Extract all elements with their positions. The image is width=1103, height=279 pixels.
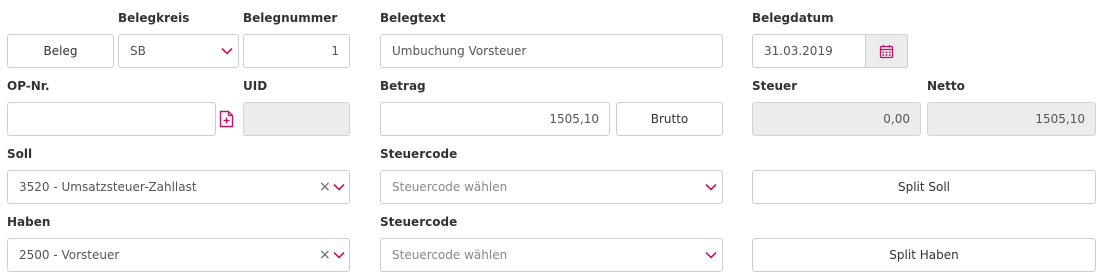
soll-value: 3520 - Umsatzsteuer-Zahllast [19,180,197,194]
chevron-down-icon [705,251,717,259]
belegnummer-value: 1 [331,44,339,58]
uid-input [243,102,350,136]
netto-value: 1505,10 [1035,112,1085,126]
soll-label: Soll [7,147,33,161]
belegnummer-label: Belegnummer [243,11,338,25]
steuercode-haben-placeholder: Steuercode wählen [392,248,508,262]
belegtext-label: Belegtext [380,11,446,25]
haben-select[interactable]: 2500 - Vorsteuer × [7,238,350,272]
chevron-down-icon [221,47,233,55]
netto-input: 1505,10 [927,102,1096,136]
belegnummer-input[interactable]: 1 [243,34,350,68]
steuercode-soll-select[interactable]: Steuercode wählen [380,170,723,204]
split-haben-button[interactable]: Split Haben [752,238,1096,272]
steuer-value: 0,00 [883,112,910,126]
calendar-button[interactable] [866,34,908,68]
belegdatum-value: 31.03.2019 [764,44,833,58]
clear-icon[interactable]: × [319,179,331,195]
add-document-icon[interactable] [219,110,234,128]
clear-icon[interactable]: × [319,247,331,263]
beleg-button-label: Beleg [43,44,78,58]
haben-value: 2500 - Vorsteuer [19,248,120,262]
chevron-down-icon [333,251,345,259]
belegtext-input[interactable]: Umbuchung Vorsteuer [380,34,723,68]
steuercode-soll-placeholder: Steuercode wählen [392,180,508,194]
soll-select[interactable]: 3520 - Umsatzsteuer-Zahllast × [7,170,350,204]
betrag-input[interactable]: 1505,10 [380,102,610,136]
steuercode-haben-select[interactable]: Steuercode wählen [380,238,723,272]
beleg-button[interactable]: Beleg [7,34,114,68]
belegtext-value: Umbuchung Vorsteuer [392,44,527,58]
belegkreis-label: Belegkreis [118,11,190,25]
chevron-down-icon [705,183,717,191]
split-haben-button-label: Split Haben [889,248,959,262]
brutto-button[interactable]: Brutto [616,102,723,136]
chevron-down-icon [333,183,345,191]
belegkreis-select[interactable]: SB [118,34,239,68]
netto-label: Netto [927,79,965,93]
steuercode-haben-label: Steuercode [380,215,458,229]
betrag-label: Betrag [380,79,426,93]
belegdatum-label: Belegdatum [752,11,834,25]
calendar-icon [879,44,894,58]
op-nr-label: OP-Nr. [7,79,50,93]
belegdatum-input[interactable]: 31.03.2019 [752,34,866,68]
belegkreis-value: SB [130,44,146,58]
steuercode-soll-label: Steuercode [380,147,458,161]
betrag-value: 1505,10 [549,112,599,126]
split-soll-button[interactable]: Split Soll [752,170,1096,204]
op-nr-input[interactable] [7,102,216,136]
uid-label: UID [243,79,268,93]
split-soll-button-label: Split Soll [897,180,951,194]
steuer-input: 0,00 [752,102,921,136]
haben-label: Haben [7,215,51,229]
steuer-label: Steuer [752,79,798,93]
brutto-button-label: Brutto [650,112,689,126]
